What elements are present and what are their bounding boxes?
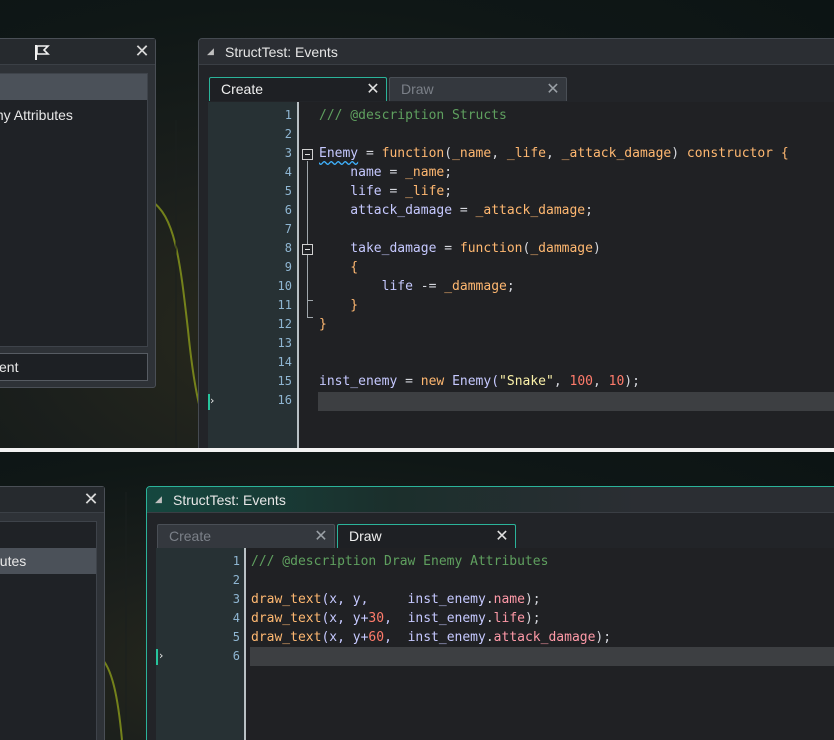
line-number: 15 <box>277 374 292 388</box>
line-number: 11 <box>277 298 292 312</box>
line-number: 13 <box>277 336 292 350</box>
line-number: 14 <box>277 355 292 369</box>
line-number: 5 <box>284 184 292 198</box>
code-editor[interactable]: › 1 2 3 4 5 6 7 8 9 10 11 12 13 14 15 16 <box>208 102 834 448</box>
code-line: } <box>319 317 327 332</box>
code-line: draw_text(x, y+30, inst_enemy.life); <box>251 611 541 626</box>
code-line: /// @description Draw Enemy Attributes <box>251 554 549 569</box>
object-window-titlebar[interactable]: ✕ <box>0 487 104 513</box>
caret-right-icon: › <box>159 649 164 662</box>
line-number: 6 <box>284 203 292 217</box>
tab-label: Draw <box>401 81 434 97</box>
close-icon[interactable]: ✕ <box>314 528 328 544</box>
tab-label: Create <box>169 528 212 544</box>
code-line: { <box>319 260 359 275</box>
code-line: inst_enemy = new Enemy("Snake", 100, 10)… <box>319 374 640 389</box>
line-number: 8 <box>284 241 292 255</box>
object-window-titlebar[interactable]: ✕ <box>0 39 155 65</box>
tab-label: Draw <box>349 528 382 544</box>
code-line: /// @description Structs <box>319 108 507 123</box>
window-title: StructTest: Events <box>225 44 338 60</box>
fold-guide <box>307 256 308 300</box>
code-line: } <box>319 298 359 313</box>
line-number: 12 <box>277 317 292 331</box>
add-event-field[interactable]: vent <box>0 353 148 381</box>
fold-minus-icon[interactable] <box>302 244 313 255</box>
code-line: take_damage = function(_dammage) <box>319 241 601 256</box>
event-list: butes <box>0 521 97 740</box>
close-icon[interactable]: ✕ <box>83 491 99 509</box>
object-window: ✕ butes <box>0 486 105 740</box>
line-number: 2 <box>284 127 292 141</box>
gutter-border <box>297 102 299 448</box>
current-line-marker <box>208 394 210 410</box>
line-number: 2 <box>232 573 240 587</box>
line-number: 5 <box>232 630 240 644</box>
top-screenshot: ✕ my Attributes vent ◢ StructTest: Event… <box>0 0 834 448</box>
code-editor[interactable]: › 1 2 3 4 5 6 /// @description Draw Enem… <box>156 548 834 740</box>
event-list: my Attributes <box>0 73 148 347</box>
tab-create[interactable]: Create ✕ <box>209 77 387 101</box>
code-line: draw_text(x, y, inst_enemy.name); <box>251 592 541 607</box>
line-number: 1 <box>284 108 292 122</box>
bottom-screenshot: ✕ butes ◢ StructTest: Events Create ✕ Dr… <box>0 452 834 740</box>
line-number: 9 <box>284 260 292 274</box>
line-number: 3 <box>284 146 292 160</box>
tab-create[interactable]: Create ✕ <box>157 524 335 548</box>
current-line-highlight <box>318 392 834 411</box>
close-icon[interactable]: ✕ <box>495 528 509 544</box>
close-icon[interactable]: ✕ <box>546 81 560 97</box>
close-icon[interactable]: ✕ <box>134 43 150 61</box>
event-list-item[interactable]: butes <box>0 548 96 574</box>
code-line: life -= _dammage; <box>319 279 515 294</box>
events-window: ◢ StructTest: Events Create ✕ Draw ✕ › 1… <box>146 486 834 740</box>
events-window-titlebar[interactable]: ◢ StructTest: Events <box>199 39 834 65</box>
close-icon[interactable]: ✕ <box>366 81 380 97</box>
gutter-border <box>244 548 246 740</box>
line-number: 4 <box>284 165 292 179</box>
line-number: 4 <box>232 611 240 625</box>
code-line: Enemy = function(_name, _life, _attack_d… <box>319 146 789 161</box>
tab-label: Create <box>221 81 264 97</box>
fold-guide <box>307 300 313 301</box>
fold-guide <box>307 317 313 318</box>
window-title: StructTest: Events <box>173 492 286 508</box>
collapse-triangle-icon[interactable]: ◢ <box>155 487 162 513</box>
event-list-item[interactable]: my Attributes <box>0 102 147 128</box>
code-line: name = _name; <box>319 165 453 180</box>
current-line-highlight <box>250 647 834 666</box>
object-window: ✕ my Attributes vent <box>0 38 156 388</box>
events-window: ◢ StructTest: Events Create ✕ Draw ✕ › 1… <box>198 38 834 448</box>
flag-icon[interactable] <box>33 43 51 61</box>
line-number: 3 <box>232 592 240 606</box>
line-number: 1 <box>232 554 240 568</box>
fold-minus-icon[interactable] <box>302 149 313 160</box>
tab-draw[interactable]: Draw ✕ <box>337 524 516 548</box>
tab-draw[interactable]: Draw ✕ <box>389 77 567 101</box>
line-number: 10 <box>277 279 292 293</box>
code-line: draw_text(x, y+60, inst_enemy.attack_dam… <box>251 630 612 645</box>
line-number: 7 <box>284 222 292 236</box>
code-line: attack_damage = _attack_damage; <box>319 203 593 218</box>
current-line-marker <box>156 649 158 665</box>
line-number: 16 <box>277 393 292 407</box>
event-list-item[interactable] <box>0 74 147 100</box>
caret-right-icon: › <box>210 394 215 407</box>
events-window-titlebar[interactable]: ◢ StructTest: Events <box>147 487 834 513</box>
code-line: life = _life; <box>319 184 453 199</box>
collapse-triangle-icon[interactable]: ◢ <box>207 39 214 65</box>
line-number: 6 <box>232 649 240 663</box>
